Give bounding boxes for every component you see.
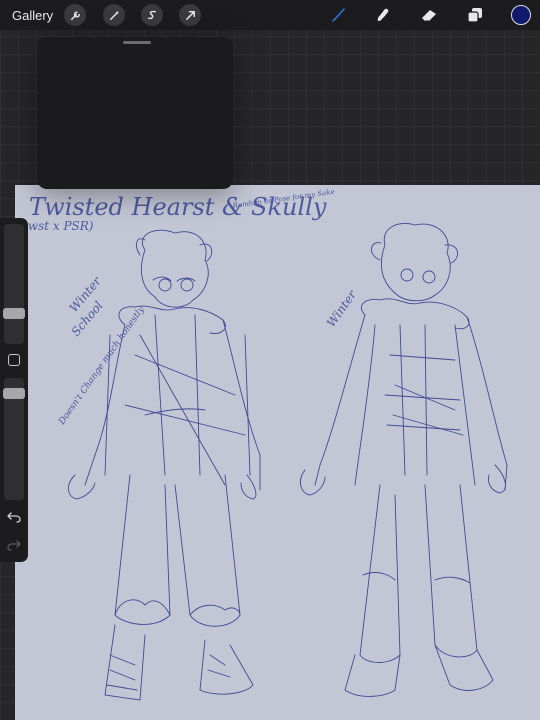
top-toolbar: Gallery (0, 0, 540, 30)
selection-icon[interactable] (141, 4, 163, 26)
opacity-thumb[interactable] (3, 388, 25, 399)
opacity-slider[interactable] (3, 378, 25, 500)
label-right-winter: Winter (324, 287, 360, 330)
modifier-button[interactable] (8, 354, 20, 366)
transform-icon[interactable] (179, 4, 201, 26)
wand-icon[interactable] (103, 4, 125, 26)
brush-size-thumb[interactable] (3, 308, 25, 319)
canvas-subtitle: twst x PSR) (23, 219, 94, 233)
active-color-swatch[interactable] (511, 5, 531, 25)
undo-icon[interactable] (5, 510, 23, 524)
color-picker-button[interactable] (510, 4, 532, 26)
wrench-icon[interactable] (64, 4, 86, 26)
sketch-artwork: Twisted Hearst & Skully twst x PSR) Rand… (23, 188, 508, 701)
gallery-button[interactable]: Gallery (12, 8, 53, 23)
redo-icon[interactable] (5, 538, 23, 552)
brush-size-slider[interactable] (3, 224, 25, 344)
brush-icon[interactable] (327, 4, 349, 26)
left-sidebar (0, 218, 28, 562)
floating-panel[interactable] (37, 37, 233, 189)
layers-icon[interactable] (464, 4, 486, 26)
smudge-icon[interactable] (372, 4, 394, 26)
note-left: Doesn't Change much honestly (57, 304, 148, 427)
eraser-icon[interactable] (418, 4, 440, 26)
panel-drag-handle[interactable] (123, 41, 151, 44)
drawing-canvas[interactable]: Twisted Hearst & Skully twst x PSR) Rand… (15, 185, 540, 720)
